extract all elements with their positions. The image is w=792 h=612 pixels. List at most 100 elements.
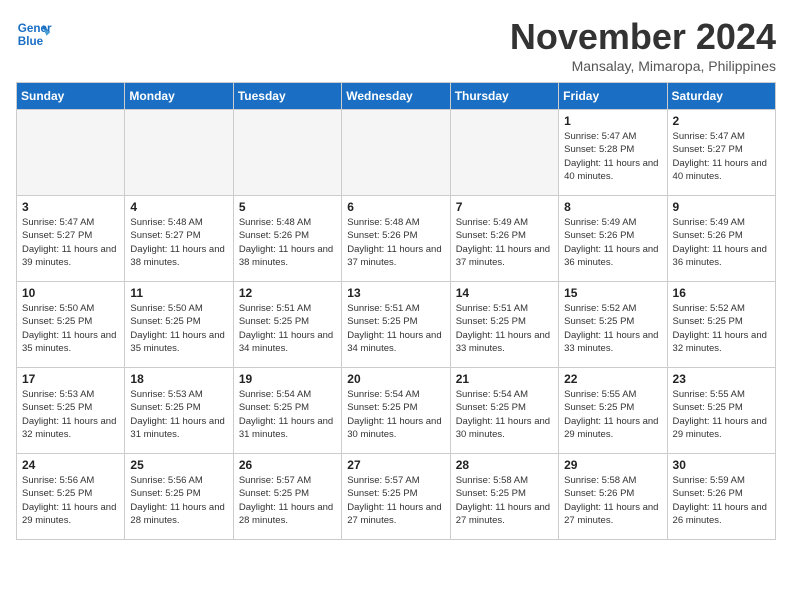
calendar-cell: 23 Sunrise: 5:55 AMSunset: 5:25 PMDayligh… bbox=[667, 368, 775, 454]
calendar-header-row: SundayMondayTuesdayWednesdayThursdayFrid… bbox=[17, 83, 776, 110]
day-info: Sunrise: 5:52 AMSunset: 5:25 PMDaylight:… bbox=[564, 302, 661, 355]
day-info: Sunrise: 5:54 AMSunset: 5:25 PMDaylight:… bbox=[456, 388, 553, 441]
day-info: Sunrise: 5:51 AMSunset: 5:25 PMDaylight:… bbox=[456, 302, 553, 355]
day-number: 26 bbox=[239, 458, 336, 472]
calendar-table: SundayMondayTuesdayWednesdayThursdayFrid… bbox=[16, 82, 776, 540]
day-number: 24 bbox=[22, 458, 119, 472]
day-info: Sunrise: 5:55 AMSunset: 5:25 PMDaylight:… bbox=[673, 388, 770, 441]
calendar-cell: 20Sunrise: 5:54 AMSunset: 5:25 PMDayligh… bbox=[342, 368, 450, 454]
calendar-cell bbox=[17, 110, 125, 196]
day-info: Sunrise: 5:49 AMSunset: 5:26 PMDaylight:… bbox=[564, 216, 661, 269]
day-number: 18 bbox=[130, 372, 227, 386]
day-info: Sunrise: 5:57 AMSunset: 5:25 PMDaylight:… bbox=[347, 474, 444, 527]
calendar-cell bbox=[342, 110, 450, 196]
day-number: 3 bbox=[22, 200, 119, 214]
calendar-week-row: 1 Sunrise: 5:47 AMSunset: 5:28 PMDaylight… bbox=[17, 110, 776, 196]
calendar-cell: 4Sunrise: 5:48 AMSunset: 5:27 PMDaylight… bbox=[125, 196, 233, 282]
calendar-week-row: 10 Sunrise: 5:50 AMSunset: 5:25 PMDayligh… bbox=[17, 282, 776, 368]
day-number: 25 bbox=[130, 458, 227, 472]
day-number: 13 bbox=[347, 286, 444, 300]
calendar-cell: 6 Sunrise: 5:48 AMSunset: 5:26 PMDaylight… bbox=[342, 196, 450, 282]
calendar-cell: 17Sunrise: 5:53 AMSunset: 5:25 PMDayligh… bbox=[17, 368, 125, 454]
calendar-cell: 25Sunrise: 5:56 AMSunset: 5:25 PMDayligh… bbox=[125, 454, 233, 540]
calendar-cell bbox=[233, 110, 341, 196]
day-info: Sunrise: 5:58 AMSunset: 5:25 PMDaylight:… bbox=[456, 474, 553, 527]
col-header-monday: Monday bbox=[125, 83, 233, 110]
day-number: 16 bbox=[673, 286, 770, 300]
day-info: Sunrise: 5:53 AMSunset: 5:25 PMDaylight:… bbox=[22, 388, 119, 441]
logo-icon: General Blue bbox=[16, 16, 52, 52]
day-number: 5 bbox=[239, 200, 336, 214]
day-number: 22 bbox=[564, 372, 661, 386]
day-info: Sunrise: 5:47 AMSunset: 5:27 PMDaylight:… bbox=[673, 130, 770, 183]
day-number: 6 bbox=[347, 200, 444, 214]
day-info: Sunrise: 5:50 AMSunset: 5:25 PMDaylight:… bbox=[22, 302, 119, 355]
calendar-cell: 11 Sunrise: 5:50 AMSunset: 5:25 PMDayligh… bbox=[125, 282, 233, 368]
calendar-cell: 16 Sunrise: 5:52 AMSunset: 5:25 PMDayligh… bbox=[667, 282, 775, 368]
col-header-sunday: Sunday bbox=[17, 83, 125, 110]
day-number: 11 bbox=[130, 286, 227, 300]
day-info: Sunrise: 5:57 AMSunset: 5:25 PMDaylight:… bbox=[239, 474, 336, 527]
page-header: General Blue November 2024 Mansalay, Mim… bbox=[16, 16, 776, 74]
calendar-cell: 9 Sunrise: 5:49 AMSunset: 5:26 PMDaylight… bbox=[667, 196, 775, 282]
day-info: Sunrise: 5:59 AMSunset: 5:26 PMDaylight:… bbox=[673, 474, 770, 527]
calendar-cell: 8Sunrise: 5:49 AMSunset: 5:26 PMDaylight… bbox=[559, 196, 667, 282]
day-info: Sunrise: 5:50 AMSunset: 5:25 PMDaylight:… bbox=[130, 302, 227, 355]
day-info: Sunrise: 5:56 AMSunset: 5:25 PMDaylight:… bbox=[22, 474, 119, 527]
calendar-week-row: 17Sunrise: 5:53 AMSunset: 5:25 PMDayligh… bbox=[17, 368, 776, 454]
day-number: 27 bbox=[347, 458, 444, 472]
day-number: 10 bbox=[22, 286, 119, 300]
calendar-cell bbox=[450, 110, 558, 196]
day-info: Sunrise: 5:48 AMSunset: 5:26 PMDaylight:… bbox=[347, 216, 444, 269]
col-header-saturday: Saturday bbox=[667, 83, 775, 110]
calendar-cell: 10 Sunrise: 5:50 AMSunset: 5:25 PMDayligh… bbox=[17, 282, 125, 368]
day-number: 29 bbox=[564, 458, 661, 472]
calendar-cell: 2 Sunrise: 5:47 AMSunset: 5:27 PMDaylight… bbox=[667, 110, 775, 196]
calendar-cell: 3 Sunrise: 5:47 AMSunset: 5:27 PMDaylight… bbox=[17, 196, 125, 282]
day-info: Sunrise: 5:55 AMSunset: 5:25 PMDaylight:… bbox=[564, 388, 661, 441]
calendar-cell: 18 Sunrise: 5:53 AMSunset: 5:25 PMDayligh… bbox=[125, 368, 233, 454]
day-number: 15 bbox=[564, 286, 661, 300]
calendar-cell: 1 Sunrise: 5:47 AMSunset: 5:28 PMDaylight… bbox=[559, 110, 667, 196]
calendar-cell: 14 Sunrise: 5:51 AMSunset: 5:25 PMDayligh… bbox=[450, 282, 558, 368]
calendar-cell: 21Sunrise: 5:54 AMSunset: 5:25 PMDayligh… bbox=[450, 368, 558, 454]
day-info: Sunrise: 5:53 AMSunset: 5:25 PMDaylight:… bbox=[130, 388, 227, 441]
day-number: 28 bbox=[456, 458, 553, 472]
day-info: Sunrise: 5:49 AMSunset: 5:26 PMDaylight:… bbox=[673, 216, 770, 269]
col-header-wednesday: Wednesday bbox=[342, 83, 450, 110]
day-number: 2 bbox=[673, 114, 770, 128]
day-info: Sunrise: 5:48 AMSunset: 5:26 PMDaylight:… bbox=[239, 216, 336, 269]
calendar-cell: 28 Sunrise: 5:58 AMSunset: 5:25 PMDayligh… bbox=[450, 454, 558, 540]
day-info: Sunrise: 5:47 AMSunset: 5:28 PMDaylight:… bbox=[564, 130, 661, 183]
calendar-week-row: 3 Sunrise: 5:47 AMSunset: 5:27 PMDaylight… bbox=[17, 196, 776, 282]
svg-text:Blue: Blue bbox=[18, 35, 44, 48]
day-number: 20 bbox=[347, 372, 444, 386]
calendar-cell: 12Sunrise: 5:51 AMSunset: 5:25 PMDayligh… bbox=[233, 282, 341, 368]
calendar-week-row: 24 Sunrise: 5:56 AMSunset: 5:25 PMDayligh… bbox=[17, 454, 776, 540]
calendar-cell: 27 Sunrise: 5:57 AMSunset: 5:25 PMDayligh… bbox=[342, 454, 450, 540]
day-number: 9 bbox=[673, 200, 770, 214]
col-header-tuesday: Tuesday bbox=[233, 83, 341, 110]
title-block: November 2024 Mansalay, Mimaropa, Philip… bbox=[510, 16, 776, 74]
month-title: November 2024 bbox=[510, 16, 776, 58]
col-header-friday: Friday bbox=[559, 83, 667, 110]
calendar-cell: 15 Sunrise: 5:52 AMSunset: 5:25 PMDayligh… bbox=[559, 282, 667, 368]
day-info: Sunrise: 5:47 AMSunset: 5:27 PMDaylight:… bbox=[22, 216, 119, 269]
day-number: 7 bbox=[456, 200, 553, 214]
day-number: 14 bbox=[456, 286, 553, 300]
day-number: 19 bbox=[239, 372, 336, 386]
day-info: Sunrise: 5:49 AMSunset: 5:26 PMDaylight:… bbox=[456, 216, 553, 269]
day-info: Sunrise: 5:54 AMSunset: 5:25 PMDaylight:… bbox=[239, 388, 336, 441]
day-number: 12 bbox=[239, 286, 336, 300]
day-number: 1 bbox=[564, 114, 661, 128]
calendar-cell: 30Sunrise: 5:59 AMSunset: 5:26 PMDayligh… bbox=[667, 454, 775, 540]
day-info: Sunrise: 5:52 AMSunset: 5:25 PMDaylight:… bbox=[673, 302, 770, 355]
day-info: Sunrise: 5:51 AMSunset: 5:25 PMDaylight:… bbox=[347, 302, 444, 355]
calendar-cell: 13 Sunrise: 5:51 AMSunset: 5:25 PMDayligh… bbox=[342, 282, 450, 368]
calendar-cell: 7 Sunrise: 5:49 AMSunset: 5:26 PMDaylight… bbox=[450, 196, 558, 282]
calendar-cell: 5 Sunrise: 5:48 AMSunset: 5:26 PMDaylight… bbox=[233, 196, 341, 282]
day-number: 23 bbox=[673, 372, 770, 386]
day-info: Sunrise: 5:48 AMSunset: 5:27 PMDaylight:… bbox=[130, 216, 227, 269]
day-info: Sunrise: 5:58 AMSunset: 5:26 PMDaylight:… bbox=[564, 474, 661, 527]
calendar-cell: 22 Sunrise: 5:55 AMSunset: 5:25 PMDayligh… bbox=[559, 368, 667, 454]
